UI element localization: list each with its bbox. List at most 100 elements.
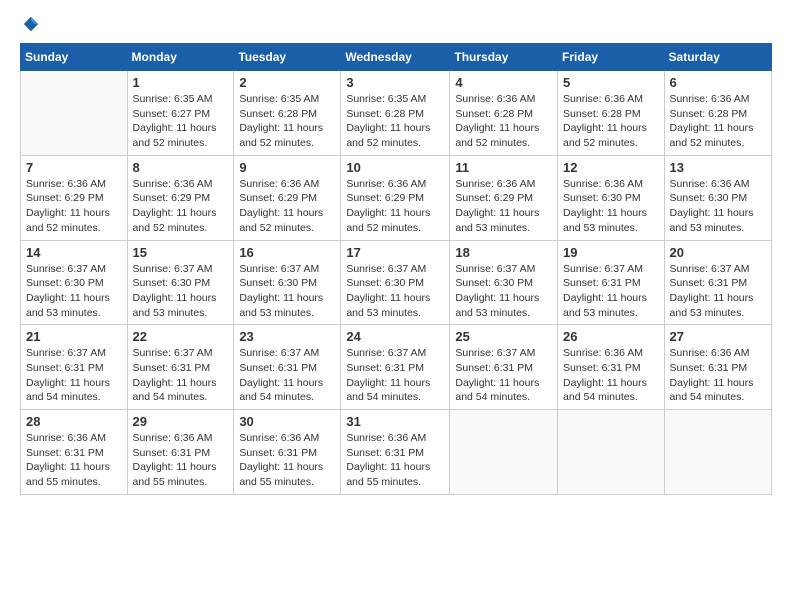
calendar-cell: 12Sunrise: 6:36 AM Sunset: 6:30 PM Dayli… — [558, 155, 665, 240]
day-info: Sunrise: 6:36 AM Sunset: 6:28 PM Dayligh… — [670, 92, 766, 151]
day-number: 21 — [26, 329, 122, 344]
calendar-cell: 9 Sunrise: 6:36 AM Sunset: 6:29 PM Daylig… — [234, 155, 341, 240]
day-info: Sunrise: 6:36 AM Sunset: 6:31 PM Dayligh… — [346, 431, 444, 490]
calendar-cell: 19Sunrise: 6:37 AM Sunset: 6:31 PM Dayli… — [558, 240, 665, 325]
day-info: Sunrise: 6:37 AM Sunset: 6:31 PM Dayligh… — [670, 262, 766, 321]
day-number: 4 — [455, 75, 552, 90]
calendar-cell: 13 Sunrise: 6:36 AM Sunset: 6:30 PM Dayli… — [664, 155, 771, 240]
day-number: 24 — [346, 329, 444, 344]
calendar-cell: 21 Sunrise: 6:37 AM Sunset: 6:31 PM Dayli… — [21, 325, 128, 410]
calendar-cell: 16 Sunrise: 6:37 AM Sunset: 6:30 PM Dayli… — [234, 240, 341, 325]
calendar-cell: 17 Sunrise: 6:37 AM Sunset: 6:30 PM Dayli… — [341, 240, 450, 325]
day-number: 14 — [26, 245, 122, 260]
calendar-cell: 7Sunrise: 6:36 AM Sunset: 6:29 PM Daylig… — [21, 155, 128, 240]
calendar-cell — [450, 410, 558, 495]
day-info: Sunrise: 6:37 AM Sunset: 6:30 PM Dayligh… — [26, 262, 122, 321]
calendar-cell: 29 Sunrise: 6:36 AM Sunset: 6:31 PM Dayli… — [127, 410, 234, 495]
calendar-cell — [664, 410, 771, 495]
day-number: 25 — [455, 329, 552, 344]
day-info: Sunrise: 6:36 AM Sunset: 6:31 PM Dayligh… — [563, 346, 659, 405]
day-number: 6 — [670, 75, 766, 90]
calendar-cell: 18 Sunrise: 6:37 AM Sunset: 6:30 PM Dayli… — [450, 240, 558, 325]
calendar-cell: 20Sunrise: 6:37 AM Sunset: 6:31 PM Dayli… — [664, 240, 771, 325]
day-info: Sunrise: 6:36 AM Sunset: 6:29 PM Dayligh… — [239, 177, 335, 236]
day-info: Sunrise: 6:36 AM Sunset: 6:28 PM Dayligh… — [455, 92, 552, 151]
calendar-cell: 30 Sunrise: 6:36 AM Sunset: 6:31 PM Dayli… — [234, 410, 341, 495]
week-row-3: 14 Sunrise: 6:37 AM Sunset: 6:30 PM Dayli… — [21, 240, 772, 325]
weekday-header-sunday: Sunday — [21, 44, 128, 71]
calendar-cell: 15 Sunrise: 6:37 AM Sunset: 6:30 PM Dayli… — [127, 240, 234, 325]
calendar-cell: 24 Sunrise: 6:37 AM Sunset: 6:31 PM Dayli… — [341, 325, 450, 410]
day-info: Sunrise: 6:37 AM Sunset: 6:31 PM Dayligh… — [455, 346, 552, 405]
calendar-cell: 3 Sunrise: 6:35 AM Sunset: 6:28 PM Daylig… — [341, 71, 450, 156]
calendar-cell: 28 Sunrise: 6:36 AM Sunset: 6:31 PM Dayli… — [21, 410, 128, 495]
logo — [20, 15, 40, 33]
week-row-2: 7 Sunrise: 6:36 AM Sunset: 6:29 PM Daylig… — [21, 155, 772, 240]
calendar-cell: 6 Sunrise: 6:36 AM Sunset: 6:28 PM Daylig… — [664, 71, 771, 156]
day-info: Sunrise: 6:36 AM Sunset: 6:30 PM Dayligh… — [670, 177, 766, 236]
day-info: Sunrise: 6:36 AM Sunset: 6:31 PM Dayligh… — [26, 431, 122, 490]
day-number: 7 — [26, 160, 122, 175]
calendar-cell — [558, 410, 665, 495]
weekday-header-saturday: Saturday — [664, 44, 771, 71]
logo-icon — [22, 15, 40, 33]
day-info: Sunrise: 6:36 AM Sunset: 6:31 PM Dayligh… — [239, 431, 335, 490]
day-number: 10 — [346, 160, 444, 175]
calendar-cell: 22Sunrise: 6:37 AM Sunset: 6:31 PM Dayli… — [127, 325, 234, 410]
day-number: 3 — [346, 75, 444, 90]
calendar-cell: 5 Sunrise: 6:36 AM Sunset: 6:28 PM Daylig… — [558, 71, 665, 156]
day-info: Sunrise: 6:37 AM Sunset: 6:30 PM Dayligh… — [133, 262, 229, 321]
day-number: 30 — [239, 414, 335, 429]
day-number: 5 — [563, 75, 659, 90]
calendar-cell: 4 Sunrise: 6:36 AM Sunset: 6:28 PM Daylig… — [450, 71, 558, 156]
day-info: Sunrise: 6:36 AM Sunset: 6:31 PM Dayligh… — [670, 346, 766, 405]
day-number: 18 — [455, 245, 552, 260]
calendar-cell: 8Sunrise: 6:36 AM Sunset: 6:29 PM Daylig… — [127, 155, 234, 240]
day-number: 29 — [133, 414, 229, 429]
calendar-cell: 10 Sunrise: 6:36 AM Sunset: 6:29 PM Dayli… — [341, 155, 450, 240]
calendar-cell: 31 Sunrise: 6:36 AM Sunset: 6:31 PM Dayli… — [341, 410, 450, 495]
calendar-cell: 2 Sunrise: 6:35 AM Sunset: 6:28 PM Daylig… — [234, 71, 341, 156]
calendar-cell: 1 Sunrise: 6:35 AM Sunset: 6:27 PM Daylig… — [127, 71, 234, 156]
day-number: 17 — [346, 245, 444, 260]
page: SundayMondayTuesdayWednesdayThursdayFrid… — [0, 0, 792, 612]
day-info: Sunrise: 6:37 AM Sunset: 6:30 PM Dayligh… — [239, 262, 335, 321]
weekday-header-monday: Monday — [127, 44, 234, 71]
day-number: 23 — [239, 329, 335, 344]
week-row-1: 1 Sunrise: 6:35 AM Sunset: 6:27 PM Daylig… — [21, 71, 772, 156]
calendar-cell: 26 Sunrise: 6:36 AM Sunset: 6:31 PM Dayli… — [558, 325, 665, 410]
day-number: 15 — [133, 245, 229, 260]
day-number: 28 — [26, 414, 122, 429]
calendar-cell: 14 Sunrise: 6:37 AM Sunset: 6:30 PM Dayli… — [21, 240, 128, 325]
weekday-header-thursday: Thursday — [450, 44, 558, 71]
day-number: 11 — [455, 160, 552, 175]
day-number: 16 — [239, 245, 335, 260]
calendar-cell: 11Sunrise: 6:36 AM Sunset: 6:29 PM Dayli… — [450, 155, 558, 240]
day-number: 19 — [563, 245, 659, 260]
day-number: 13 — [670, 160, 766, 175]
calendar-cell: 27Sunrise: 6:36 AM Sunset: 6:31 PM Dayli… — [664, 325, 771, 410]
day-info: Sunrise: 6:37 AM Sunset: 6:30 PM Dayligh… — [455, 262, 552, 321]
day-info: Sunrise: 6:37 AM Sunset: 6:30 PM Dayligh… — [346, 262, 444, 321]
day-info: Sunrise: 6:36 AM Sunset: 6:29 PM Dayligh… — [346, 177, 444, 236]
weekday-header-friday: Friday — [558, 44, 665, 71]
header — [20, 15, 772, 33]
logo-text — [20, 15, 40, 33]
day-info: Sunrise: 6:36 AM Sunset: 6:28 PM Dayligh… — [563, 92, 659, 151]
day-info: Sunrise: 6:35 AM Sunset: 6:28 PM Dayligh… — [346, 92, 444, 151]
day-info: Sunrise: 6:36 AM Sunset: 6:31 PM Dayligh… — [133, 431, 229, 490]
weekday-header-row: SundayMondayTuesdayWednesdayThursdayFrid… — [21, 44, 772, 71]
day-number: 1 — [133, 75, 229, 90]
day-number: 9 — [239, 160, 335, 175]
day-info: Sunrise: 6:37 AM Sunset: 6:31 PM Dayligh… — [26, 346, 122, 405]
day-info: Sunrise: 6:37 AM Sunset: 6:31 PM Dayligh… — [346, 346, 444, 405]
day-info: Sunrise: 6:36 AM Sunset: 6:29 PM Dayligh… — [133, 177, 229, 236]
day-info: Sunrise: 6:35 AM Sunset: 6:28 PM Dayligh… — [239, 92, 335, 151]
week-row-5: 28 Sunrise: 6:36 AM Sunset: 6:31 PM Dayli… — [21, 410, 772, 495]
day-info: Sunrise: 6:37 AM Sunset: 6:31 PM Dayligh… — [239, 346, 335, 405]
day-number: 26 — [563, 329, 659, 344]
day-info: Sunrise: 6:35 AM Sunset: 6:27 PM Dayligh… — [133, 92, 229, 151]
day-number: 2 — [239, 75, 335, 90]
day-number: 31 — [346, 414, 444, 429]
day-info: Sunrise: 6:37 AM Sunset: 6:31 PM Dayligh… — [133, 346, 229, 405]
